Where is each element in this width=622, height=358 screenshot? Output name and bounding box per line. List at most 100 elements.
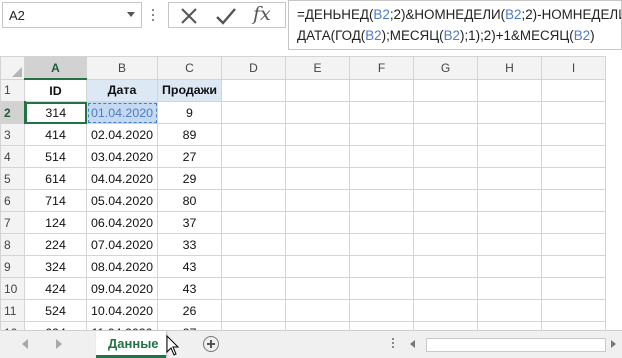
cell-id[interactable]: 124 [24,211,87,234]
cell[interactable] [349,189,414,212]
cell[interactable] [221,211,286,234]
formula-bar[interactable]: =ДЕНЬНЕД(B2;2)&НОМНЕДЕЛИ(B2;2)-НОМНЕДЕЛИ… [288,0,622,50]
cell[interactable] [413,145,478,168]
column-title-sales[interactable]: Продажи [157,78,222,102]
column-header-e[interactable]: E [285,56,350,80]
row-header[interactable]: 5 [0,167,25,190]
cell[interactable] [285,255,350,278]
cell[interactable] [413,299,478,322]
cell[interactable] [413,277,478,300]
cell-sales[interactable]: 43 [157,277,222,300]
cell[interactable] [349,78,414,102]
cell[interactable] [541,78,606,102]
chevron-down-icon[interactable] [127,12,135,17]
cell[interactable] [285,321,350,330]
column-title-date[interactable]: Дата [86,78,158,102]
column-title-id[interactable]: ID [24,78,87,102]
cell[interactable] [541,233,606,256]
cell[interactable] [477,101,542,124]
cell[interactable] [349,233,414,256]
cell-id[interactable]: 624 [24,321,87,330]
column-header-f[interactable]: F [349,56,414,80]
cell-id[interactable]: 614 [24,167,87,190]
cell-sales[interactable]: 27 [157,321,222,330]
cell[interactable] [349,101,414,124]
split-handle-icon[interactable] [392,338,394,340]
cell-id[interactable]: 514 [24,145,87,168]
cell[interactable] [477,299,542,322]
cell[interactable] [221,145,286,168]
select-all-button[interactable] [0,56,25,80]
cell[interactable] [285,78,350,102]
column-header-g[interactable]: G [413,56,478,80]
scroll-left-icon[interactable] [22,339,28,349]
cell[interactable] [285,299,350,322]
cell[interactable] [477,255,542,278]
horizontal-scrollbar[interactable] [404,336,622,353]
cell[interactable] [221,233,286,256]
cell[interactable] [349,255,414,278]
row-header[interactable]: 1 [0,78,25,102]
cell-id[interactable]: 224 [24,233,87,256]
cell[interactable] [477,321,542,330]
column-header-b[interactable]: B [86,56,158,80]
column-header-h[interactable]: H [477,56,542,80]
drag-handle-icon[interactable] [150,6,156,24]
cell[interactable] [413,123,478,146]
scroll-right-icon[interactable] [56,339,62,349]
cell-sales[interactable]: 89 [157,123,222,146]
cell[interactable] [541,321,606,330]
cell-id[interactable]: 414 [24,123,87,146]
cell[interactable] [477,233,542,256]
cell-sales[interactable]: 37 [157,211,222,234]
sheet-tab-dannye[interactable]: Данные [96,331,166,358]
spreadsheet-grid[interactable]: ABCDEFGHI 1 ID Дата Продажи 2 314 01.04.2020 9 3… [0,56,622,330]
close-icon[interactable] [179,6,199,26]
row-header[interactable]: 7 [0,211,25,234]
cell[interactable] [221,321,286,330]
scroll-right-arrow-icon[interactable] [611,340,616,348]
cell-date[interactable]: 07.04.2020 [86,233,158,256]
cell[interactable] [541,167,606,190]
cell[interactable] [349,299,414,322]
cell[interactable] [477,145,542,168]
cell[interactable] [349,145,414,168]
cell-date[interactable]: 02.04.2020 [86,123,158,146]
column-header-a[interactable]: A [24,56,87,80]
cell-sales[interactable]: 29 [157,167,222,190]
cell[interactable] [285,167,350,190]
scroll-left-arrow-icon[interactable] [410,340,415,348]
add-sheet-button[interactable] [203,336,219,352]
cell[interactable] [413,189,478,212]
cell[interactable] [285,211,350,234]
row-header[interactable]: 10 [0,277,25,300]
cell[interactable] [285,277,350,300]
cell-date[interactable]: 04.04.2020 [86,167,158,190]
cell[interactable] [413,211,478,234]
cell[interactable] [413,255,478,278]
row-header[interactable]: 12 [0,321,25,330]
cell[interactable] [541,101,606,124]
cell-date[interactable]: 09.04.2020 [86,277,158,300]
cell[interactable] [541,299,606,322]
cell[interactable] [541,145,606,168]
cell[interactable] [477,189,542,212]
row-header[interactable]: 6 [0,189,25,212]
cell-date[interactable]: 08.04.2020 [86,255,158,278]
checkmark-icon[interactable] [215,6,237,26]
column-header-i[interactable]: I [541,56,606,80]
row-header[interactable]: 4 [0,145,25,168]
cell[interactable] [413,78,478,102]
row-header[interactable]: 8 [0,233,25,256]
row-header[interactable]: 3 [0,123,25,146]
cell-sales[interactable]: 9 [157,101,222,124]
insert-function-button[interactable]: fx [253,3,271,25]
cell-date[interactable]: 03.04.2020 [86,145,158,168]
cell[interactable] [413,321,478,330]
cell[interactable] [349,321,414,330]
cell-id[interactable]: 324 [24,255,87,278]
cell[interactable] [477,123,542,146]
cell[interactable] [221,299,286,322]
cell[interactable] [285,123,350,146]
cell[interactable] [541,189,606,212]
